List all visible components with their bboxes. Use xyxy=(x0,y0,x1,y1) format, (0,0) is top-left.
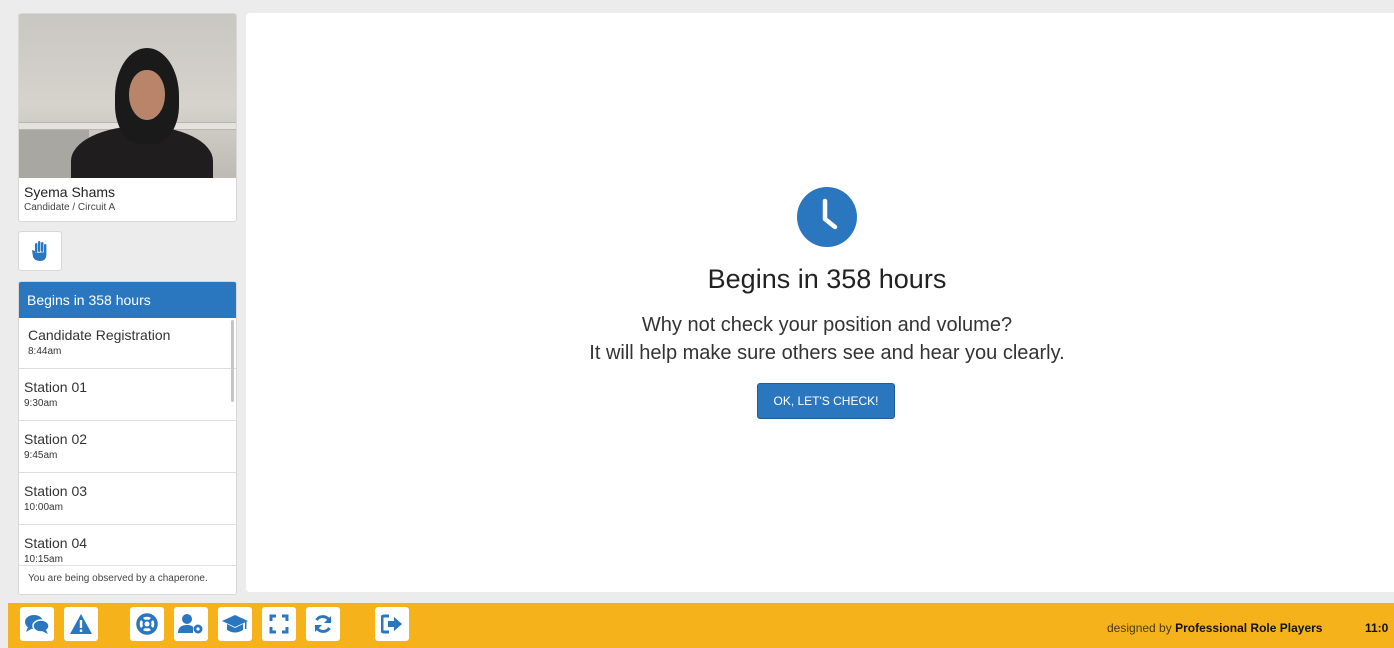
chat-icon xyxy=(25,615,50,634)
schedule-item-title: Candidate Registration xyxy=(28,327,171,343)
schedule-item-time: 9:30am xyxy=(24,398,58,409)
candidate-name: Syema Shams xyxy=(24,184,116,200)
raise-hand-icon xyxy=(32,241,47,261)
report-issue-button[interactable] xyxy=(64,607,98,641)
clock-time: 11:0 xyxy=(1365,621,1389,635)
credit-brand-link[interactable]: Professional Role Players xyxy=(1175,621,1322,635)
graduation-cap-icon xyxy=(222,615,248,633)
schedule-item[interactable]: Candidate Registration 8:44am xyxy=(19,318,236,369)
schedule-item-time: 9:45am xyxy=(24,450,58,461)
candidate-video-card: Syema Shams Candidate / Circuit A xyxy=(18,13,237,222)
schedule-scrollbar[interactable] xyxy=(231,320,234,402)
chaperone-notice: You are being observed by a chaperone. xyxy=(19,565,236,594)
fullscreen-button[interactable] xyxy=(262,607,296,641)
schedule-item-title: Station 04 xyxy=(24,535,88,551)
schedule-item[interactable]: Station 03 10:00am xyxy=(19,474,236,525)
check-message-line-1: Why not check your position and volume? xyxy=(641,314,1013,336)
ok-lets-check-button[interactable]: OK, LET'S CHECK! xyxy=(757,383,895,419)
schedule-item-title: Station 01 xyxy=(24,379,88,395)
raise-hand-button[interactable] xyxy=(18,231,62,271)
lifebuoy-icon xyxy=(136,613,158,635)
user-settings-button[interactable] xyxy=(174,607,208,641)
credit-prefix: designed by xyxy=(1107,621,1172,635)
schedule-item-time: 8:44am xyxy=(28,346,62,357)
sign-out-icon xyxy=(381,614,402,634)
countdown-heading: Begins in 358 hours xyxy=(707,264,947,294)
help-button[interactable] xyxy=(130,607,164,641)
refresh-button[interactable] xyxy=(306,607,340,641)
bottom-toolbar: designed by Professional Role Players 11… xyxy=(8,603,1394,648)
user-settings-icon xyxy=(178,614,203,634)
schedule-item-time: 10:15am xyxy=(24,554,63,565)
schedule-header: Begins in 358 hours xyxy=(19,282,236,318)
chat-button[interactable] xyxy=(20,607,54,641)
schedule-item-title: Station 02 xyxy=(24,431,88,447)
clock-icon xyxy=(797,187,857,247)
fullscreen-icon xyxy=(269,614,289,634)
candidate-role: Candidate / Circuit A xyxy=(24,202,116,213)
designer-credit: designed by Professional Role Players xyxy=(1107,621,1322,635)
schedule-item-title: Station 03 xyxy=(24,483,88,499)
schedule-item-time: 10:00am xyxy=(24,502,63,513)
refresh-icon xyxy=(314,615,332,633)
candidate-webcam-feed xyxy=(19,14,236,178)
training-button[interactable] xyxy=(218,607,252,641)
check-message-line-2: It will help make sure others see and he… xyxy=(589,342,1065,364)
schedule-panel: Begins in 358 hours Candidate Registrati… xyxy=(18,281,237,595)
warning-icon xyxy=(70,614,92,634)
main-panel: Begins in 358 hours Why not check your p… xyxy=(246,13,1394,592)
schedule-item[interactable]: Station 02 9:45am xyxy=(19,422,236,473)
schedule-item[interactable]: Station 01 9:30am xyxy=(19,370,236,421)
sign-out-button[interactable] xyxy=(375,607,409,641)
